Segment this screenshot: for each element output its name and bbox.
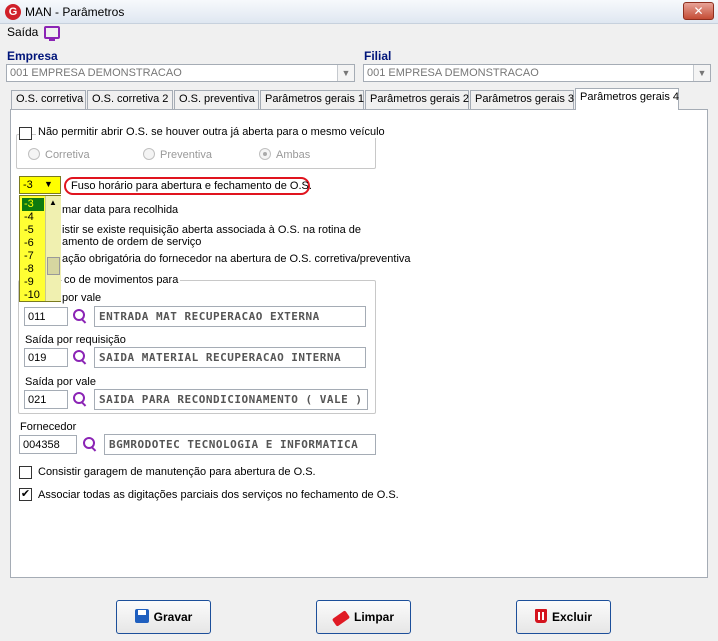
filial-label: Filial [364,49,392,63]
gravar-button[interactable]: Gravar [116,600,211,634]
tab-parametros-gerais-3[interactable]: Parâmetros gerais 3 [470,90,574,109]
fuso-dropdown-list[interactable]: -3 -4 -5 -6 -7 -8 -9 -10 ▲ [19,195,61,302]
consistir-garagem-label: Consistir garagem de manutenção para abe… [38,466,316,478]
fuso-chevron-down-icon[interactable]: ▼ [44,179,53,189]
tab-os-corretiva[interactable]: O.S. corretiva [11,90,86,109]
fuso-option[interactable]: -4 [22,211,44,224]
empresa-select[interactable]: 001 EMPRESA DEMONSTRACAO [6,64,355,82]
save-disk-icon [134,609,149,623]
associar-digitacoes-checkbox[interactable]: ✔ [19,488,32,501]
radio-ambas[interactable] [259,148,271,160]
vale-entrada-description: ENTRADA MAT RECUPERACAO EXTERNA [94,306,366,327]
vale-saida-label: Saída por vale [25,376,96,388]
gravar-button-label: Gravar [153,610,193,624]
consistir-requisicao-label: istir se existe requisição aberta associ… [62,224,361,236]
radio-preventiva[interactable] [143,148,155,160]
vale-entrada-search-icon[interactable] [72,308,88,324]
radio-corretiva-label: Corretiva [45,149,90,161]
fuso-option[interactable]: -6 [22,237,44,250]
eraser-icon [331,610,351,627]
filial-value: 001 EMPRESA DEMONSTRACAO [367,67,539,79]
radio-corretiva[interactable] [28,148,40,160]
nao-permitir-checkbox[interactable] [19,127,32,140]
radio-ambas-label: Ambas [276,149,311,161]
radio-preventiva-label: Preventiva [160,149,212,161]
trash-icon [534,609,547,623]
fornecedor-description: BGMRODOTEC TECNOLOGIA E INFORMATICA [104,434,376,455]
requisicao-description: SAIDA MATERIAL RECUPERACAO INTERNA [94,347,366,368]
fornecedor-label: Fornecedor [20,421,77,433]
close-button[interactable]: ✕ [683,2,714,20]
excluir-button-label: Excluir [551,610,593,624]
filial-chevron-down-icon[interactable]: ▼ [693,65,710,81]
informar-data-label: mar data para recolhida [62,204,179,216]
fuso-option[interactable]: -10 [22,289,44,302]
fuso-value: -3 [23,179,33,191]
requisicao-code-input[interactable]: 019 [24,348,68,367]
fuso-option[interactable]: -9 [22,276,44,289]
fuso-label: Fuso horário para abertura e fechamento … [71,180,312,192]
empresa-chevron-down-icon[interactable]: ▼ [337,65,354,81]
vale-entrada-code-input[interactable]: 011 [24,307,68,326]
fuso-select[interactable]: -3 [19,176,61,194]
empresa-value: 001 EMPRESA DEMONSTRACAO [10,67,182,79]
requisicao-label: Saída por requisição [25,334,126,346]
tab-os-preventiva[interactable]: O.S. preventiva [174,90,259,109]
app-logo-icon: G [5,4,21,20]
window-title: MAN - Parâmetros [25,5,125,19]
fuso-scroll-thumb[interactable] [47,257,60,275]
monitor-icon[interactable] [44,26,60,41]
fornecedor-obrigatorio-label: ação obrigatória do fornecedor na abertu… [62,253,411,265]
fuso-option[interactable]: -3 [22,198,44,211]
movimentos-group-title: co de movimentos para [62,274,181,286]
empresa-label: Empresa [7,49,58,63]
fuso-option[interactable]: -7 [22,250,44,263]
associar-digitacoes-label: Associar todas as digitações parciais do… [38,489,399,501]
limpar-button-label: Limpar [353,610,394,624]
filial-select[interactable]: 001 EMPRESA DEMONSTRACAO [363,64,711,82]
tab-os-corretiva-2[interactable]: O.S. corretiva 2 [87,90,173,109]
consistir-garagem-checkbox[interactable] [19,466,32,479]
tab-parametros-gerais-4[interactable]: Parâmetros gerais 4 [575,88,679,110]
nao-permitir-label: Não permitir abrir O.S. se houver outra … [36,126,387,138]
menu-saida[interactable]: Saída [7,25,38,39]
requisicao-search-icon[interactable] [72,349,88,365]
fuso-scrollbar[interactable]: ▲ [45,196,61,301]
fornecedor-code-input[interactable]: 004358 [19,435,77,454]
tab-parametros-gerais-2[interactable]: Parâmetros gerais 2 [365,90,469,109]
fuso-option[interactable]: -5 [22,224,44,237]
fuso-option[interactable]: -8 [22,263,44,276]
excluir-button[interactable]: Excluir [516,600,611,634]
fornecedor-search-icon[interactable] [82,436,98,452]
vale-saida-search-icon[interactable] [72,391,88,407]
vale-entrada-label: por vale [62,292,102,304]
vale-saida-code-input[interactable]: 021 [24,390,68,409]
tab-parametros-gerais-1[interactable]: Parâmetros gerais 1 [260,90,364,109]
vale-saida-description: SAIDA PARA RECONDICIONAMENTO ( VALE ) [94,389,368,410]
consistir-requisicao-label-2: amento de ordem de serviço [62,236,202,248]
limpar-button[interactable]: Limpar [316,600,411,634]
scroll-up-icon[interactable]: ▲ [49,198,57,207]
